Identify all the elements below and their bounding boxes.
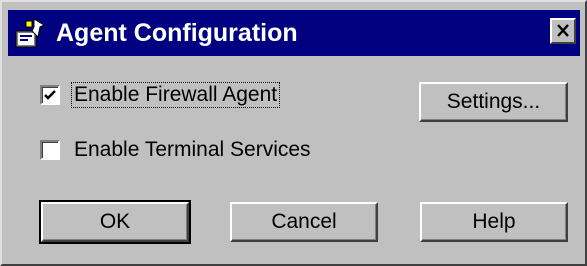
dialog-title: Agent Configuration	[56, 19, 298, 47]
firewall-agent-checkbox[interactable]	[40, 85, 60, 105]
ok-button[interactable]: OK	[39, 200, 191, 244]
terminal-services-option[interactable]: Enable Terminal Services	[40, 136, 313, 164]
agent-configuration-dialog: Agent Configuration Enable Firewall Agen…	[0, 0, 587, 266]
settings-button[interactable]: Settings...	[419, 82, 568, 122]
help-button[interactable]: Help	[420, 202, 568, 242]
title-bar[interactable]: Agent Configuration	[8, 10, 580, 56]
checkmark-icon	[44, 90, 56, 100]
firewall-agent-label[interactable]: Enable Firewall Agent	[70, 82, 281, 108]
close-button[interactable]	[550, 18, 576, 44]
firewall-agent-option[interactable]: Enable Firewall Agent	[40, 81, 281, 109]
cancel-button[interactable]: Cancel	[230, 202, 378, 242]
terminal-services-checkbox[interactable]	[40, 140, 60, 160]
terminal-services-label[interactable]: Enable Terminal Services	[72, 138, 313, 162]
agent-config-icon	[14, 17, 46, 49]
close-icon	[557, 24, 569, 37]
